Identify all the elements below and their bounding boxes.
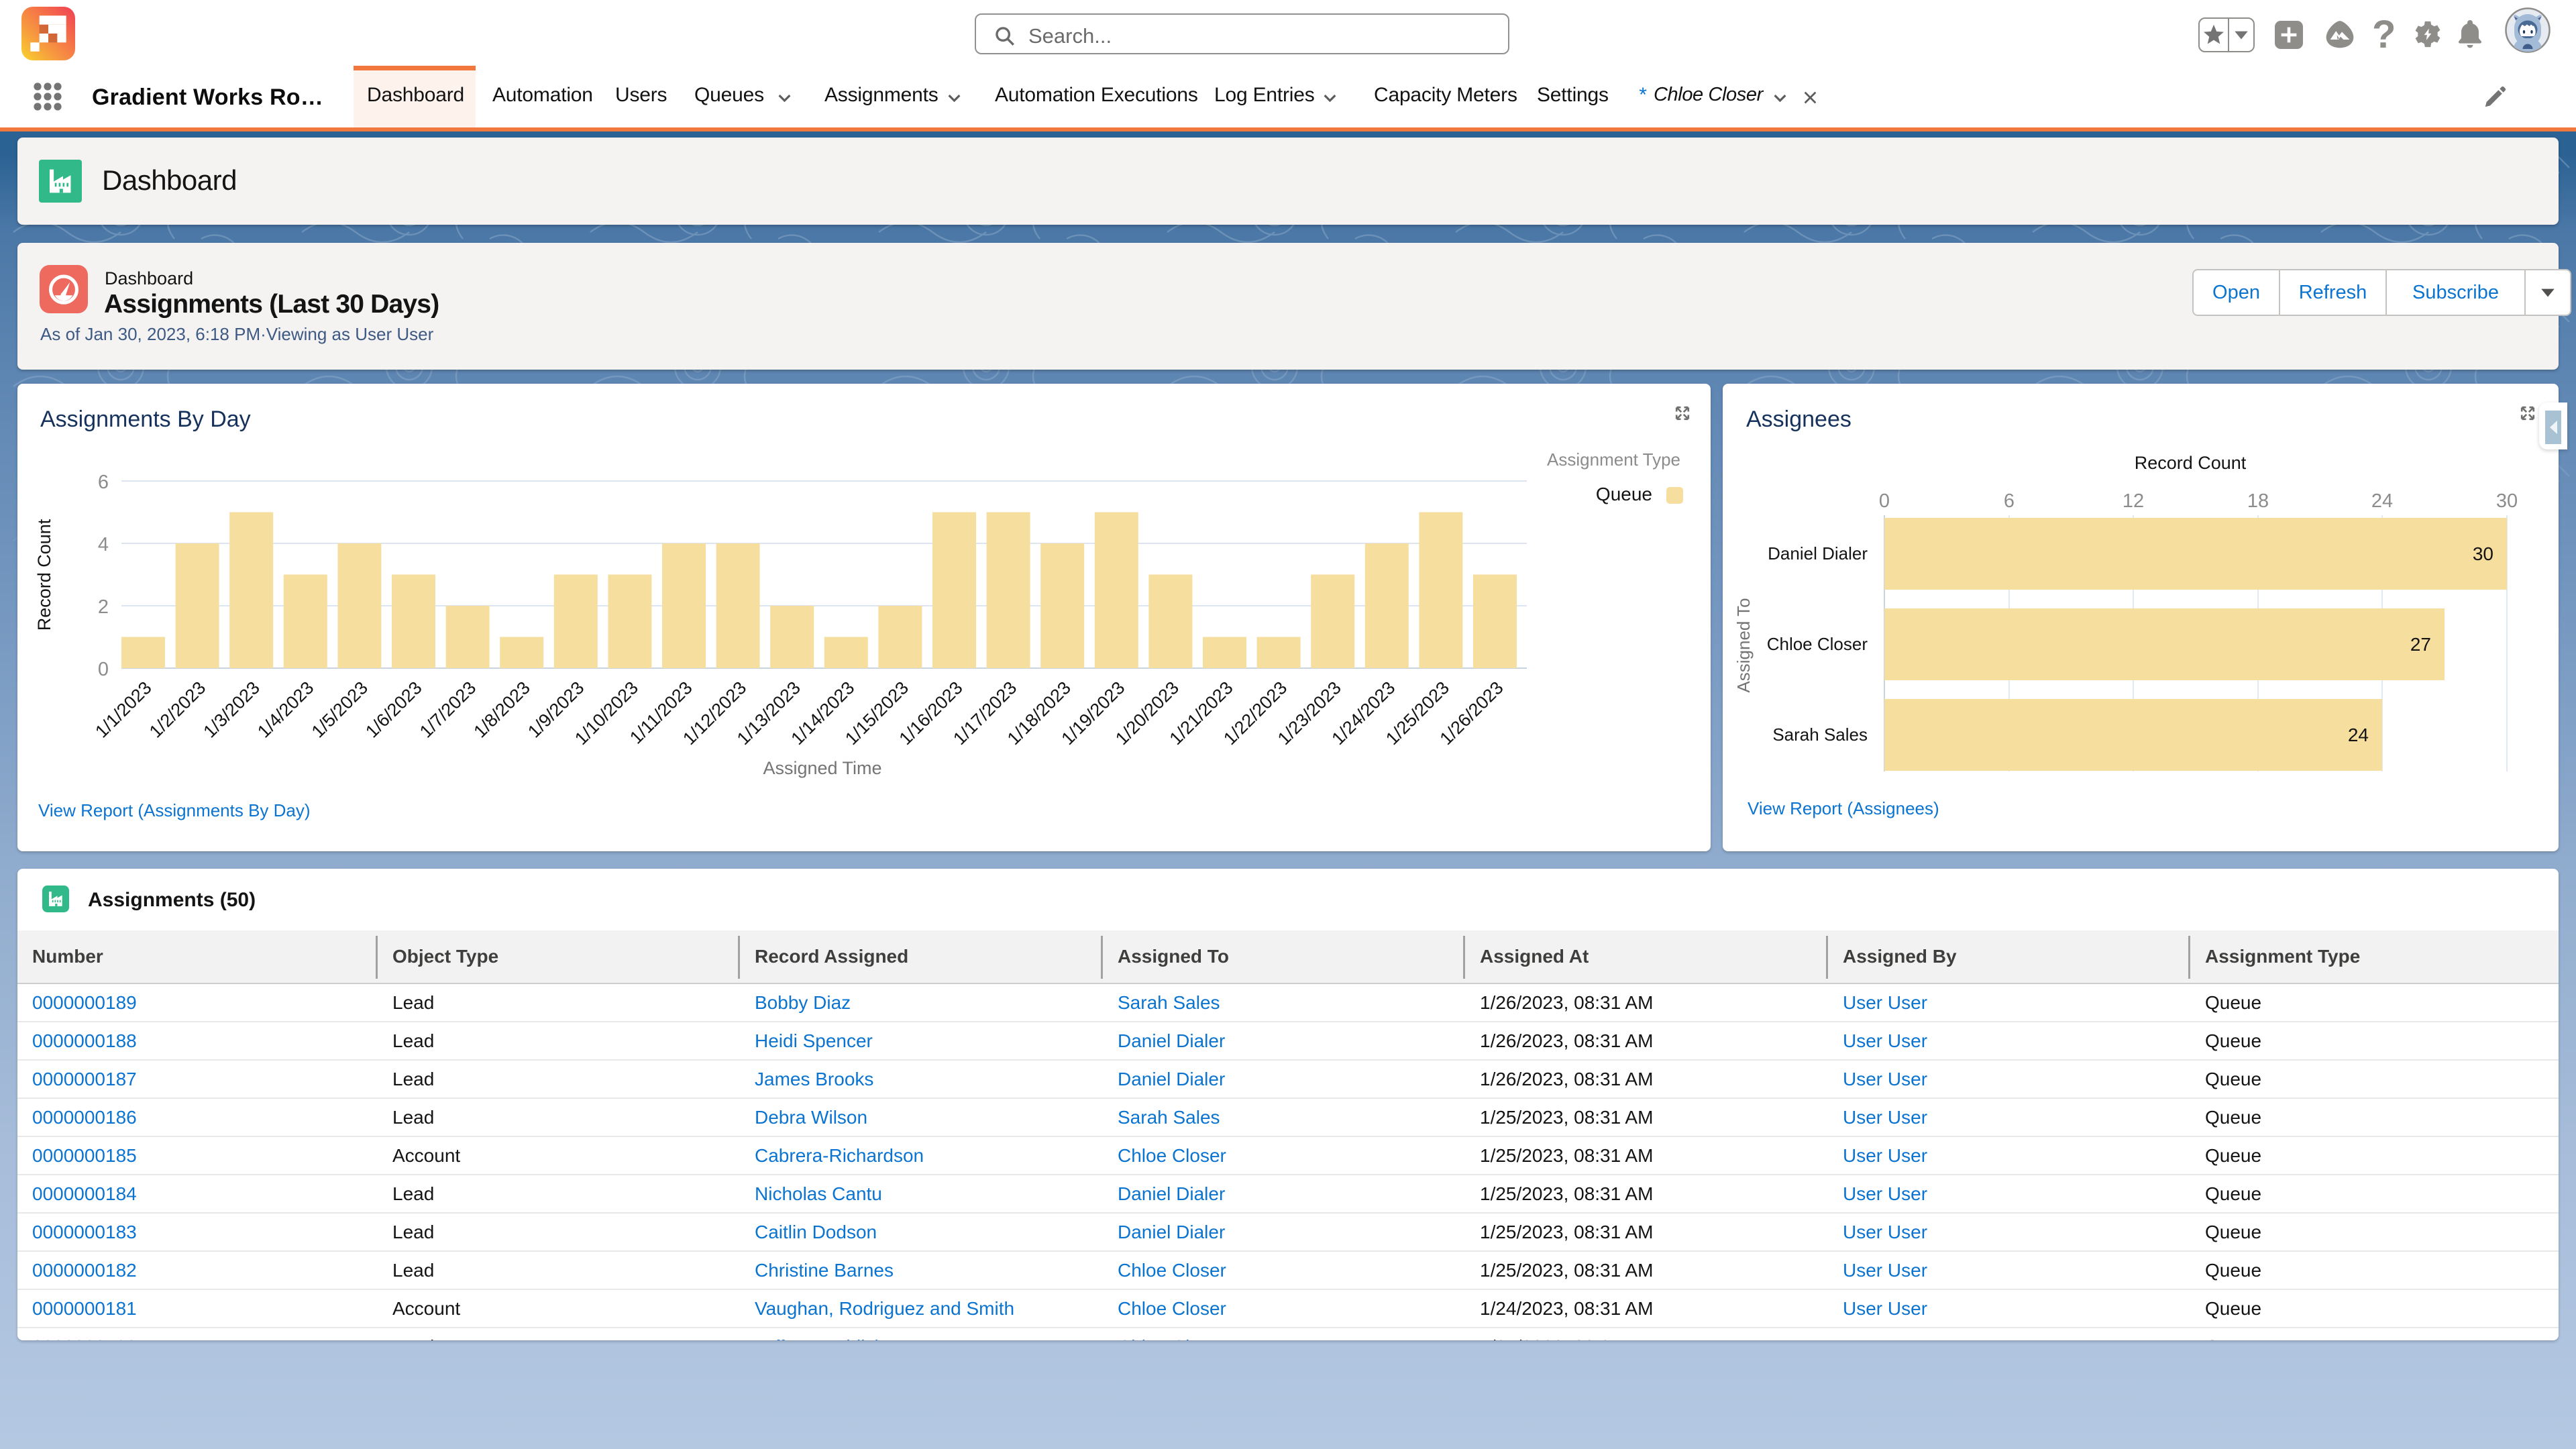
svg-text:1/8/2023: 1/8/2023: [470, 678, 534, 742]
svg-text:1/2/2023: 1/2/2023: [146, 678, 210, 742]
svg-text:Chloe Closer: Chloe Closer: [1767, 634, 1868, 654]
svg-text:6: 6: [98, 472, 109, 493]
svg-text:24: 24: [2371, 490, 2393, 512]
svg-text:Record Count: Record Count: [2135, 453, 2247, 473]
svg-text:Daniel Dialer: Daniel Dialer: [1768, 543, 1868, 564]
svg-text:30: 30: [2473, 543, 2493, 564]
svg-text:0: 0: [98, 659, 109, 680]
svg-text:1/7/2023: 1/7/2023: [416, 678, 480, 742]
svg-text:Assignments By Day: Assignments By Day: [40, 407, 251, 432]
svg-text:2: 2: [98, 596, 109, 618]
svg-text:30: 30: [2496, 490, 2518, 512]
svg-text:View Report (Assignments By Da: View Report (Assignments By Day): [38, 800, 311, 820]
svg-text:1/5/2023: 1/5/2023: [308, 678, 372, 742]
svg-text:1/1/2023: 1/1/2023: [91, 678, 156, 742]
svg-text:1/3/2023: 1/3/2023: [199, 678, 264, 742]
svg-text:Assigned Time: Assigned Time: [763, 758, 881, 778]
svg-text:Queue: Queue: [1596, 484, 1652, 504]
svg-text:0: 0: [1879, 490, 1890, 512]
svg-text:24: 24: [2348, 724, 2369, 745]
svg-text:6: 6: [2004, 490, 2015, 512]
svg-text:27: 27: [2410, 634, 2431, 655]
svg-text:18: 18: [2247, 490, 2269, 512]
svg-text:1/6/2023: 1/6/2023: [362, 678, 426, 742]
svg-text:12: 12: [2123, 490, 2144, 512]
svg-text:Assigned To: Assigned To: [1733, 598, 1754, 692]
svg-text:Record Count: Record Count: [34, 519, 54, 631]
svg-text:Assignment Type: Assignment Type: [1547, 449, 1680, 470]
svg-text:1/4/2023: 1/4/2023: [254, 678, 318, 742]
svg-text:Sarah Sales: Sarah Sales: [1772, 724, 1868, 745]
svg-text:View Report (Assignees): View Report (Assignees): [1748, 798, 1939, 818]
svg-text:Assignees: Assignees: [1746, 407, 1851, 432]
svg-text:4: 4: [98, 534, 109, 555]
